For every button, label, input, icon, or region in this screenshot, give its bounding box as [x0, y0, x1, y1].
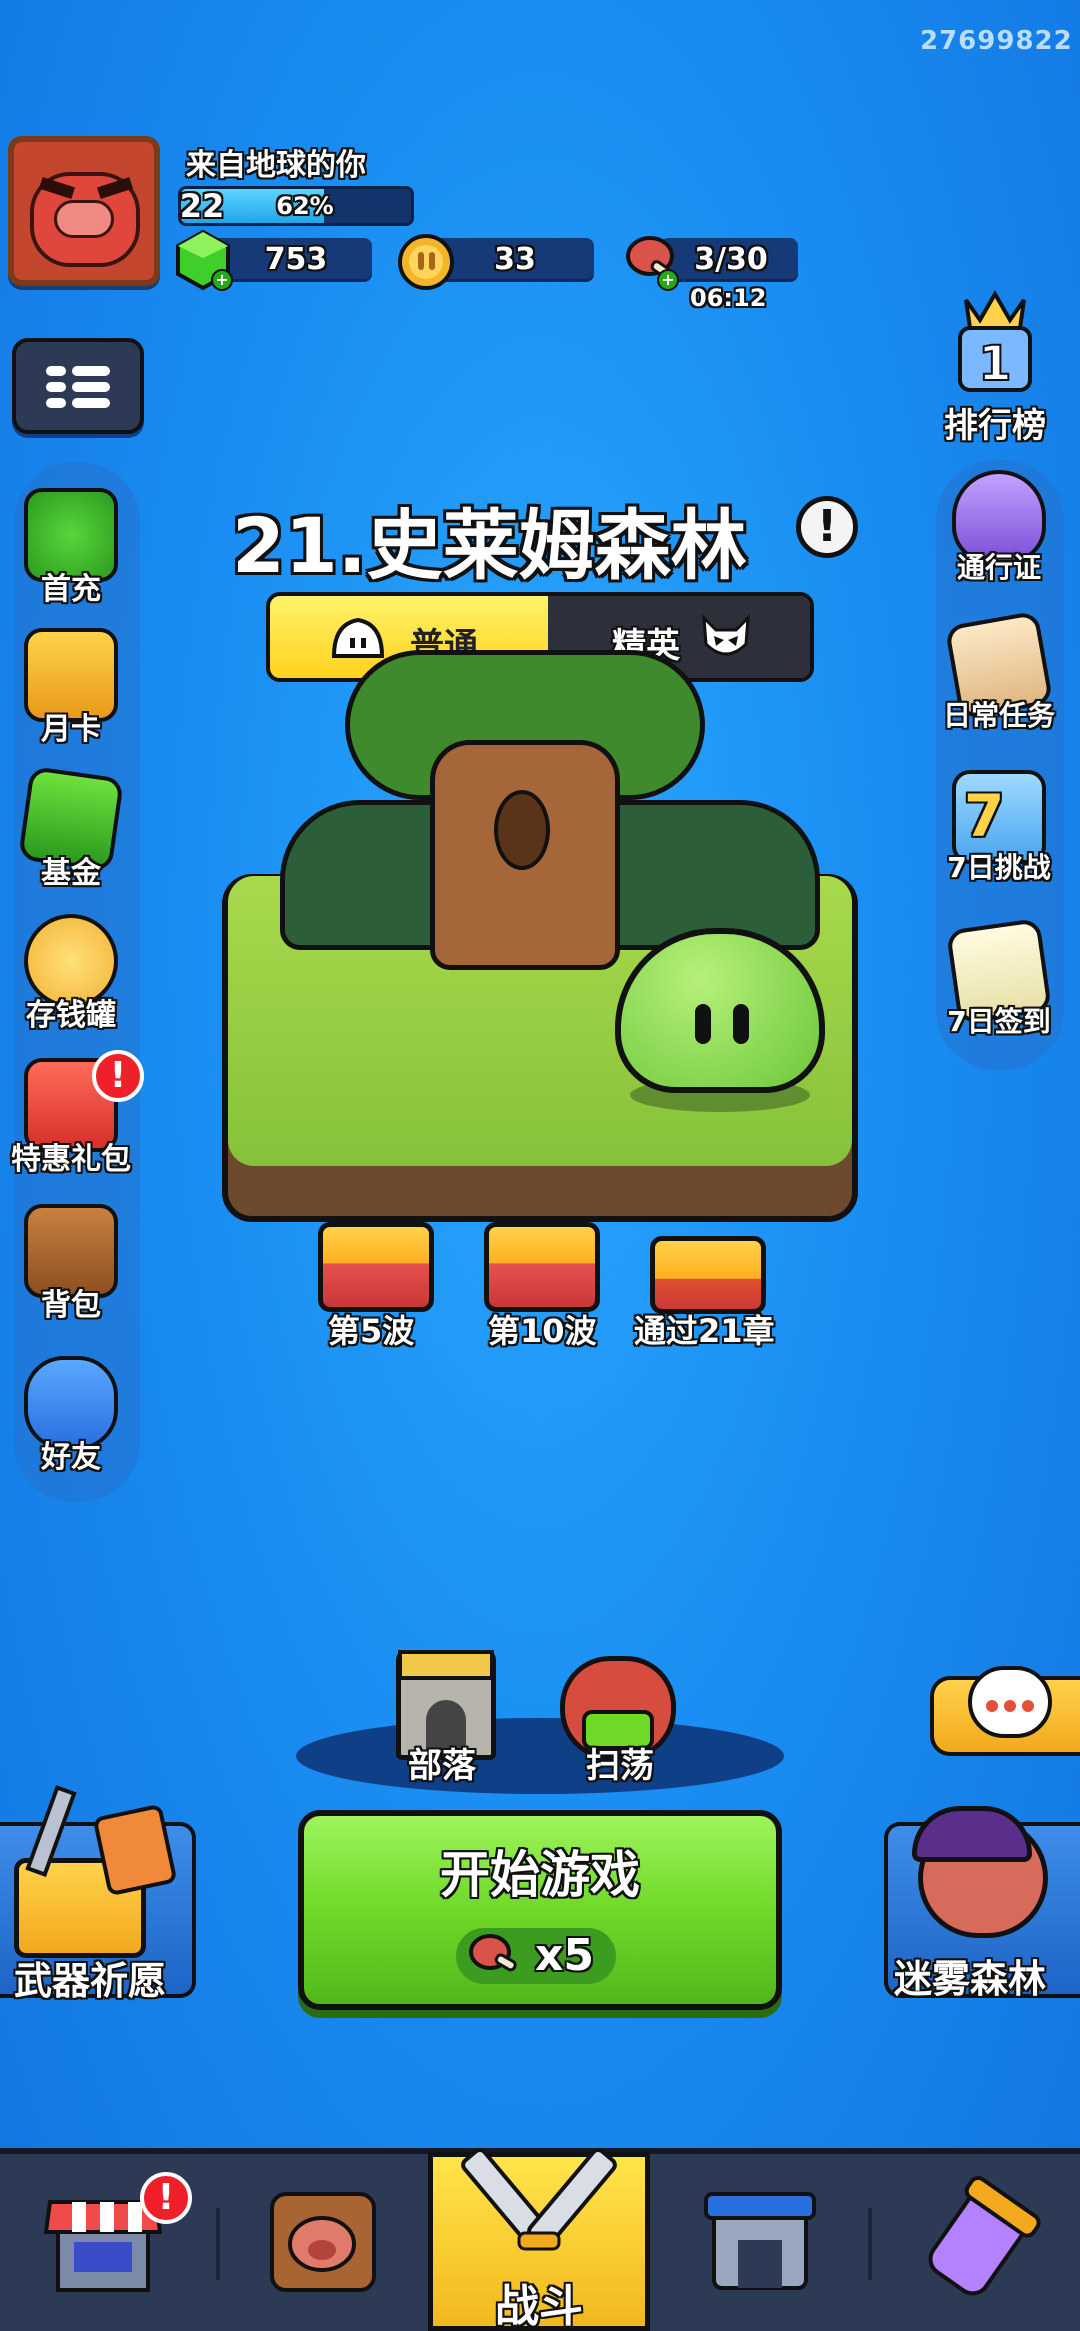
- slime-face-icon: [331, 617, 385, 658]
- sidebar-item-fund[interactable]: 基金: [6, 765, 136, 891]
- sidebar-item-daily-tasks[interactable]: 日常任务: [934, 610, 1064, 732]
- mist-forest-label: 迷雾森林: [894, 1957, 1047, 2001]
- tribe-label: 部落: [408, 1746, 476, 1786]
- svg-text:1: 1: [978, 336, 1011, 392]
- reward-wave-10[interactable]: 第10波: [480, 1222, 610, 1352]
- tree-hole: [494, 790, 550, 870]
- user-id: 27699822: [920, 26, 1073, 56]
- nav-battle-label: 战斗: [495, 2281, 583, 2331]
- level-percent: 62%: [276, 192, 334, 220]
- sidebar-item-battle-pass[interactable]: 通行证: [934, 470, 1064, 584]
- stamina-value: 3/30: [694, 242, 768, 277]
- trophy-crown-icon: 1: [958, 289, 1032, 393]
- notification-badge: !: [140, 2172, 192, 2224]
- stamina-cost: x5: [535, 1930, 594, 1981]
- gems-value: 753: [264, 242, 328, 277]
- meat-icon[interactable]: +: [620, 230, 684, 294]
- coins-value: 33: [494, 242, 536, 277]
- level-number: 22: [179, 187, 225, 225]
- sidebar-item-piggy-bank[interactable]: 存钱罐: [6, 914, 136, 1033]
- player-avatar[interactable]: [8, 136, 160, 286]
- svg-text:+: +: [661, 270, 674, 289]
- leaderboard-button[interactable]: 1 排行榜: [930, 280, 1060, 446]
- sidebar-item-7day-challenge[interactable]: 7 7日挑战: [934, 770, 1064, 884]
- notification-badge: !: [92, 1050, 144, 1102]
- chat-bubble-icon: [968, 1666, 1052, 1738]
- nav-divider: [216, 2208, 220, 2280]
- stamina-timer: 06:12: [690, 284, 767, 312]
- chest-icon: [318, 1222, 434, 1312]
- chest-icon: [484, 1222, 600, 1312]
- slime-eye-left: [695, 1004, 711, 1044]
- meat-icon: [469, 1934, 517, 1972]
- sidebar-item-special-pack[interactable]: 特惠礼包 !: [6, 1050, 144, 1177]
- wizard-hat: [912, 1806, 1032, 1862]
- svg-text:+: +: [215, 270, 228, 289]
- action-platform: [296, 1718, 784, 1794]
- nav-divider: [868, 2208, 872, 2280]
- building-icon: [704, 2192, 816, 2290]
- scroll-tube-icon: [928, 2175, 1041, 2296]
- coin-icon[interactable]: [396, 232, 456, 292]
- sidebar-item-first-charge[interactable]: 首充: [6, 488, 136, 607]
- hamburger-icon: [46, 366, 110, 408]
- nav-buildings[interactable]: [656, 2154, 862, 2331]
- reward-clear-chapter[interactable]: 通过21章: [632, 1236, 782, 1356]
- info-icon[interactable]: !: [796, 496, 858, 558]
- player-name: 来自地球的你: [186, 148, 366, 183]
- axe-icon: [92, 1803, 178, 1897]
- sidebar-item-backpack[interactable]: 背包: [6, 1204, 136, 1323]
- slime-eye-right: [733, 1004, 749, 1044]
- start-game-label: 开始游戏: [440, 1846, 640, 1904]
- sidebar-item-friends[interactable]: 好友: [6, 1356, 136, 1475]
- sidebar-item-7day-signin[interactable]: 7日签到: [934, 917, 1064, 1038]
- demon-skull-icon: [702, 614, 750, 656]
- sweep-label: 扫荡: [586, 1746, 654, 1786]
- sidebar-item-monthly-card[interactable]: 月卡: [6, 628, 136, 747]
- stage-title: 21.史莱姆森林: [232, 501, 747, 590]
- nav-shop[interactable]: !: [0, 2154, 210, 2331]
- reward-wave-5[interactable]: 第5波: [314, 1222, 444, 1352]
- crossed-swords-icon: [461, 2147, 617, 2251]
- nav-items[interactable]: [876, 2154, 1080, 2331]
- pig-chest-icon: [270, 2192, 376, 2292]
- weapon-wish-label: 武器祈愿: [14, 1959, 167, 2003]
- pig-chest-icon: [650, 1236, 766, 1314]
- nav-equipment[interactable]: [222, 2154, 422, 2331]
- pig-snout: [54, 200, 114, 238]
- castle-roof: [398, 1650, 494, 1680]
- gem-icon[interactable]: +: [172, 228, 234, 294]
- menu-button[interactable]: [12, 338, 144, 434]
